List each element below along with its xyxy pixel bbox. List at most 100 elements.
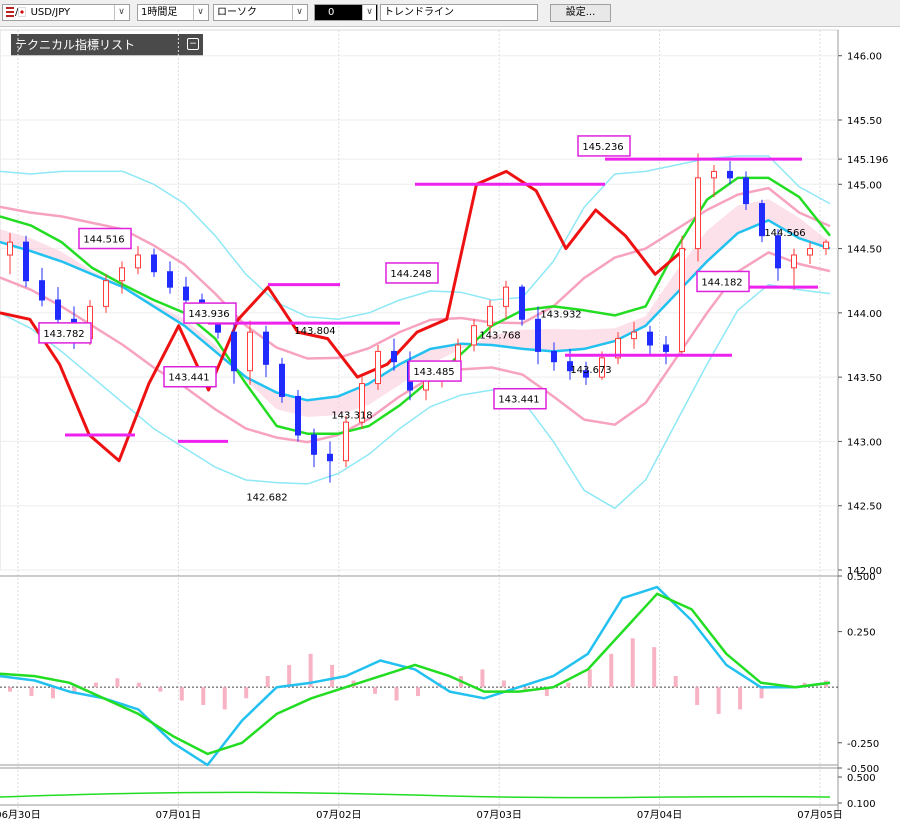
- candle-body: [39, 280, 45, 301]
- price-label: 145.236: [582, 142, 623, 153]
- candle-body: [631, 331, 637, 340]
- candle-body: [343, 421, 349, 462]
- price-tick-label: 145.00: [847, 180, 882, 191]
- candle-body: [647, 331, 653, 346]
- chart-type-value: ローソク: [217, 7, 257, 18]
- drawing-tool-select[interactable]: トレンドライン: [380, 4, 538, 21]
- bottom-indicator-line: [0, 791, 831, 799]
- price-tick-label: 144.00: [847, 309, 882, 320]
- candle-body: [23, 241, 29, 282]
- jp-flag-icon: [18, 7, 27, 17]
- bottom-indicator: -0.5000.5000.100: [0, 764, 879, 810]
- candle-body: [183, 286, 189, 301]
- time-tick-label: 06月30日: [0, 809, 41, 821]
- macd-histogram-bar: [136, 682, 141, 688]
- price-axis: 146.00 145.50 145.196 145.00 144.50 144.00 143…: [838, 52, 888, 577]
- candle-body: [695, 177, 701, 250]
- candle-body: [551, 350, 557, 363]
- candle-body: [487, 305, 493, 327]
- candle-body: [7, 241, 13, 256]
- candle-body: [519, 286, 525, 320]
- price-tick-label: 142.50: [847, 502, 882, 513]
- price-label: 144.182: [701, 277, 742, 288]
- chevron-down-icon: ∨: [362, 5, 376, 20]
- price-tick-label: 145.196: [847, 155, 888, 166]
- chevron-down-icon: ∨: [292, 5, 306, 20]
- macd-histogram-bar: [738, 687, 743, 710]
- macd-panel: 0.500 0.250 -0.250: [0, 572, 879, 767]
- time-tick-label: 07月01日: [156, 809, 201, 821]
- color-value: 0: [328, 7, 335, 18]
- candle-body: [535, 318, 541, 352]
- macd-histogram-bar: [50, 687, 55, 699]
- candle-body: [823, 241, 829, 250]
- macd-histogram-bar: [652, 647, 657, 688]
- timeframe-value: 1時間足: [141, 7, 178, 18]
- macd-histogram-bar: [244, 687, 249, 699]
- chart-type-select[interactable]: ローソク ∨: [213, 4, 308, 21]
- candle-body: [263, 331, 269, 365]
- macd-histogram-bar: [609, 653, 614, 688]
- candle-body: [503, 286, 509, 307]
- macd-line: [0, 585, 831, 767]
- price-label: 143.768: [479, 331, 520, 342]
- macd-histogram-bar: [158, 687, 163, 692]
- time-tick-label: 07月05日: [797, 809, 842, 821]
- candle-body: [327, 453, 333, 462]
- time-tick-label: 07月04日: [637, 809, 682, 821]
- bottom-tick-label: 0.500: [847, 773, 876, 784]
- chevron-down-icon: ∨: [193, 5, 207, 20]
- candle-body: [119, 267, 125, 282]
- symbol-select[interactable]: / USD/JPY ∨: [2, 4, 130, 21]
- bollinger-lower-2: [0, 283, 831, 510]
- macd-histogram-bar: [480, 669, 485, 688]
- candle-body: [375, 350, 381, 385]
- price-label: 143.936: [188, 309, 229, 320]
- chart-area[interactable]: 144.516 143.782 143.936 143.441 143.804 143.3…: [0, 26, 900, 821]
- candle-body: [151, 254, 157, 273]
- macd-histogram-bar: [330, 664, 335, 688]
- macd-histogram-bar: [566, 682, 571, 688]
- settings-button[interactable]: 設定...: [550, 4, 611, 22]
- price-labels: 144.516 143.782 143.936 143.441 143.804 143.3…: [38, 135, 806, 503]
- timeframe-select[interactable]: 1時間足 ∨: [137, 4, 209, 21]
- macd-signal-line: [0, 592, 831, 756]
- candle-body: [279, 363, 285, 397]
- ma-green-line: [0, 176, 831, 435]
- candle-body: [791, 254, 797, 269]
- price-label: 143.932: [540, 310, 581, 321]
- candle-body: [471, 325, 477, 346]
- candle-body: [247, 331, 253, 372]
- candle-body: [167, 271, 173, 288]
- macd-histogram-bar: [695, 687, 700, 705]
- macd-histogram-bar: [287, 664, 292, 688]
- color-select[interactable]: 0 ∨: [314, 4, 378, 21]
- macd-histogram-bar: [759, 687, 764, 699]
- price-label: 142.682: [246, 492, 287, 503]
- macd-histogram-bar: [673, 676, 678, 688]
- price-label: 143.318: [331, 411, 372, 422]
- price-label: 143.485: [413, 367, 454, 378]
- time-tick-label: 07月03日: [476, 809, 521, 821]
- macd-histogram-bar: [29, 687, 34, 697]
- time-tick-label: 07月02日: [316, 809, 361, 821]
- macd-histogram-bar: [201, 687, 206, 705]
- macd-tick-label: 0.500: [847, 572, 876, 583]
- macd-histogram-bar: [394, 687, 399, 701]
- candle-body: [743, 177, 749, 205]
- price-label: 143.804: [294, 326, 335, 337]
- macd-histogram-bar: [587, 669, 592, 688]
- candle-body: [679, 248, 685, 352]
- time-axis: 06月30日 07月01日 07月02日 07月03日 07月04日 07月05日: [0, 809, 843, 821]
- price-label: 144.516: [83, 235, 124, 246]
- macd-tick-label: -0.250: [847, 739, 879, 750]
- macd-histogram-bar: [115, 678, 120, 688]
- toolbar: / USD/JPY ∨ 1時間足 ∨ ローソク ∨ 0 ∨ トレンドライン 設定…: [0, 0, 900, 27]
- price-tick-label: 143.00: [847, 437, 882, 448]
- price-label: 143.441: [168, 373, 209, 384]
- price-tick-label: 145.50: [847, 116, 882, 127]
- us-flag-icon: [6, 7, 14, 17]
- candle-body: [135, 254, 141, 269]
- price-tick-label: 143.50: [847, 373, 882, 384]
- macd-histogram-bar: [373, 687, 378, 694]
